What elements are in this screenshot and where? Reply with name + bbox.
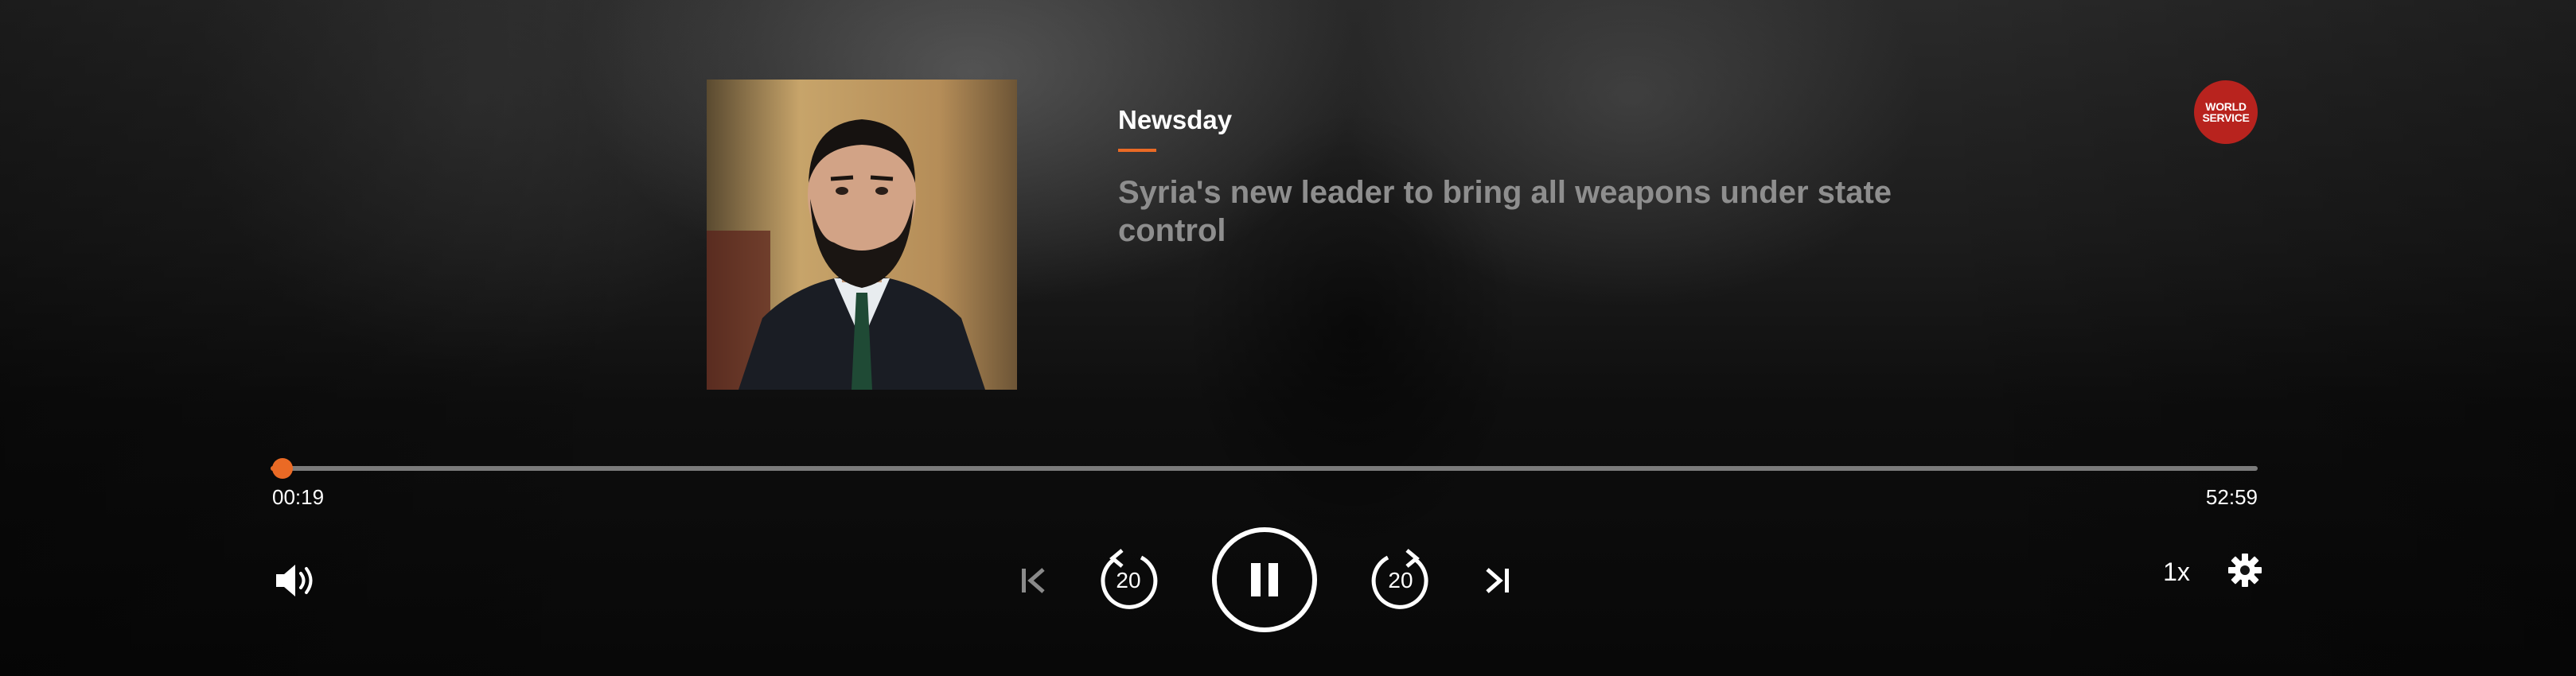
playback-speed-button[interactable]: 1x xyxy=(2149,553,2204,591)
world-service-logo: WORLD SERVICE xyxy=(2194,80,2258,144)
show-title-underline xyxy=(1118,149,1156,152)
gear-icon xyxy=(2228,554,2262,587)
episode-artwork xyxy=(707,80,1017,390)
settings-button[interactable] xyxy=(2227,552,2263,589)
pause-icon xyxy=(1212,527,1317,632)
brand-line-2: SERVICE xyxy=(2202,111,2250,124)
rewind-seconds-label: 20 xyxy=(1116,568,1141,592)
next-track-button[interactable] xyxy=(1482,565,1514,596)
volume-button[interactable] xyxy=(271,558,320,603)
pause-button[interactable] xyxy=(1211,526,1318,633)
previous-track-button[interactable] xyxy=(1017,565,1049,596)
progress-thumb[interactable] xyxy=(272,458,293,479)
episode-title: Syria's new leader to bring all weapons … xyxy=(1118,175,1892,248)
next-track-icon xyxy=(1486,568,1509,593)
brand-line-1: WORLD xyxy=(2205,100,2247,113)
forward-20-button[interactable]: 20 xyxy=(1367,547,1434,614)
total-duration: 52:59 xyxy=(2205,485,2258,509)
previous-track-icon xyxy=(1022,568,1045,593)
progress-bar[interactable] xyxy=(271,458,2258,479)
elapsed-time: 00:19 xyxy=(272,485,325,509)
show-title[interactable]: Newsday xyxy=(1118,105,1232,135)
forward-seconds-label: 20 xyxy=(1388,568,1413,592)
audio-player: Newsday Syria's new leader to bring all … xyxy=(0,0,2576,676)
rewind-20-button[interactable]: 20 xyxy=(1095,547,1162,614)
volume-icon xyxy=(276,565,313,596)
